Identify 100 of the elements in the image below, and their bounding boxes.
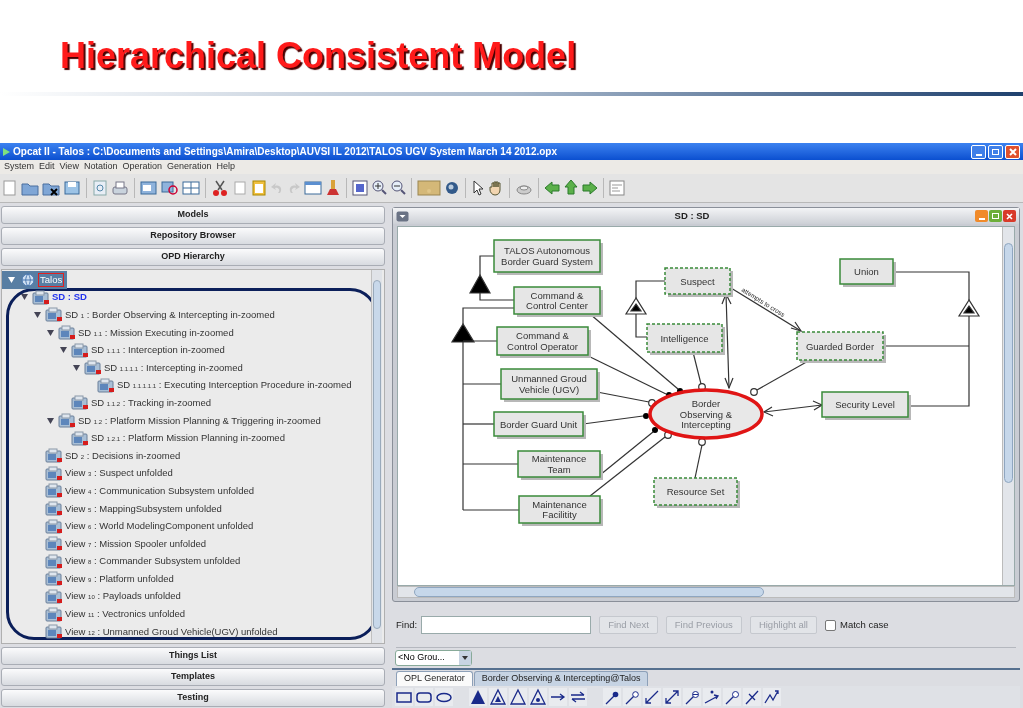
object-box: Guarded Border — [796, 331, 886, 363]
globe-icon[interactable] — [444, 179, 460, 197]
filled-triangle-icon[interactable] — [469, 688, 487, 706]
maximize-button[interactable] — [989, 210, 1002, 222]
menu-item[interactable]: System — [4, 160, 34, 174]
diagram-icon — [45, 606, 63, 622]
menu-item[interactable]: Operation — [122, 160, 162, 174]
tree-item[interactable]: Talos — [2, 271, 68, 289]
expand-icon[interactable] — [47, 417, 54, 424]
process-ellipse: Border Observing & Intercepting — [648, 388, 764, 440]
expand-icon[interactable] — [60, 347, 67, 354]
preview-icon[interactable] — [92, 179, 108, 197]
window-menu-icon[interactable] — [396, 210, 409, 222]
diagram-icon — [45, 483, 63, 499]
close-icon — [1008, 147, 1017, 156]
expand-icon[interactable] — [73, 364, 80, 371]
zoom-in-icon[interactable] — [371, 179, 387, 197]
right-arrow-icon[interactable] — [582, 179, 598, 197]
panel-button[interactable]: Things List — [1, 647, 385, 665]
diagram-title: SD : SD — [673, 208, 711, 223]
checkbox[interactable] — [825, 619, 836, 631]
object-box: Suspect — [664, 267, 733, 297]
close-button[interactable] — [1005, 144, 1020, 159]
diagram-icon — [45, 624, 63, 640]
cross-line-icon[interactable] — [743, 688, 761, 706]
double-arrow-icon[interactable] — [663, 688, 681, 706]
diagram-icon — [45, 536, 63, 552]
hand-icon[interactable] — [488, 179, 504, 197]
object-box: Maintenance Team — [517, 450, 603, 480]
diagram-icon — [71, 430, 89, 446]
object-box: Maintenance Facilitity — [518, 495, 603, 526]
menu-item[interactable]: View — [59, 160, 79, 174]
event-arrow-icon[interactable] — [703, 688, 721, 706]
zoom-out-icon[interactable] — [390, 179, 406, 197]
menu-item[interactable]: Edit — [39, 160, 55, 174]
instrument-link — [694, 438, 706, 479]
menu-item[interactable]: Help — [216, 160, 235, 174]
minimize-button[interactable] — [971, 144, 986, 159]
menu-item[interactable]: Generation — [166, 160, 212, 174]
diagram-icon — [84, 360, 102, 376]
window-icon[interactable] — [140, 179, 158, 197]
checkbox-label: Match case — [840, 617, 889, 632]
diagonal-arrow-icon[interactable] — [643, 688, 661, 706]
globe-icon — [19, 272, 37, 288]
menu-item[interactable]: Notation — [83, 160, 118, 174]
app-icon — [3, 147, 10, 156]
diagram-icon — [32, 289, 50, 305]
bidirectional-arrow — [762, 400, 824, 417]
tab[interactable]: OPL Generator — [396, 671, 473, 686]
find-label: Find: — [396, 617, 418, 632]
object-box: Border Guard Unit — [493, 411, 586, 439]
condition-pin-icon[interactable] — [723, 688, 741, 706]
tab[interactable]: Border Observing & Intercepting@Talos — [473, 671, 649, 686]
object-box: Unmanned Groud Vehicle (UGV) — [500, 368, 600, 402]
minimize-button[interactable] — [975, 210, 988, 222]
expand-icon[interactable] — [8, 276, 15, 283]
object-box: Command & Control Operator — [496, 326, 591, 358]
diagram-icon — [45, 571, 63, 587]
slide-title: Hierarchical Consistent Model — [60, 34, 577, 78]
panel-button[interactable]: Models — [1, 206, 385, 224]
left-arrow-icon[interactable] — [544, 179, 560, 197]
pointer-icon[interactable] — [471, 179, 485, 197]
find-field[interactable] — [421, 616, 592, 634]
dot-triangle-icon[interactable] — [529, 688, 547, 706]
cut-icon[interactable] — [211, 179, 229, 197]
brush-icon[interactable] — [325, 179, 341, 197]
object-box: Resource Set — [653, 477, 740, 508]
restore-button[interactable] — [988, 144, 1003, 159]
window-title: Opcat II - Talos : C:\Documents and Settings\Amira\Desktop\AUVSI IL 2012\TALOS UGV System March 14 2012.opx — [13, 145, 558, 159]
zigzag-arrow-icon[interactable] — [763, 688, 781, 706]
scrollbar[interactable] — [1002, 227, 1014, 585]
tree-item[interactable]: SD : SD — [2, 288, 91, 307]
scrollbar[interactable] — [397, 586, 1015, 598]
window-icon[interactable] — [304, 179, 322, 197]
panel-button[interactable]: OPD Hierarchy — [1, 248, 385, 266]
object-box: TALOS Autonomous Border Guard System — [493, 239, 603, 275]
object-box: Security Level — [821, 391, 911, 420]
diagram-icon — [45, 589, 63, 604]
striped-pin-icon[interactable] — [683, 688, 701, 706]
diagram-icon — [45, 518, 63, 534]
expand-icon[interactable] — [21, 294, 28, 301]
tree-item-label: Talos — [39, 273, 64, 286]
group-dropdown[interactable]: <No Grou... — [395, 650, 472, 666]
panel-button[interactable]: Testing — [1, 689, 385, 707]
panel-button[interactable]: Repository Browser — [1, 227, 385, 245]
nested-triangle-icon[interactable] — [489, 688, 507, 706]
scrollbar[interactable] — [371, 270, 382, 643]
open-pin-icon[interactable] — [623, 688, 641, 706]
close-button[interactable] — [1003, 210, 1016, 222]
print-icon[interactable] — [111, 179, 129, 197]
diagram-icon — [45, 553, 63, 569]
fit-icon[interactable] — [352, 179, 368, 197]
diagram-icon — [58, 413, 76, 429]
expand-icon[interactable] — [34, 312, 41, 318]
expand-icon[interactable] — [47, 329, 54, 336]
triangle-icon[interactable] — [509, 688, 527, 706]
panel-button[interactable]: Templates — [1, 668, 385, 686]
layout-icon[interactable] — [182, 179, 200, 197]
object-box: Union — [839, 258, 896, 287]
up-arrow-icon[interactable] — [563, 179, 579, 197]
